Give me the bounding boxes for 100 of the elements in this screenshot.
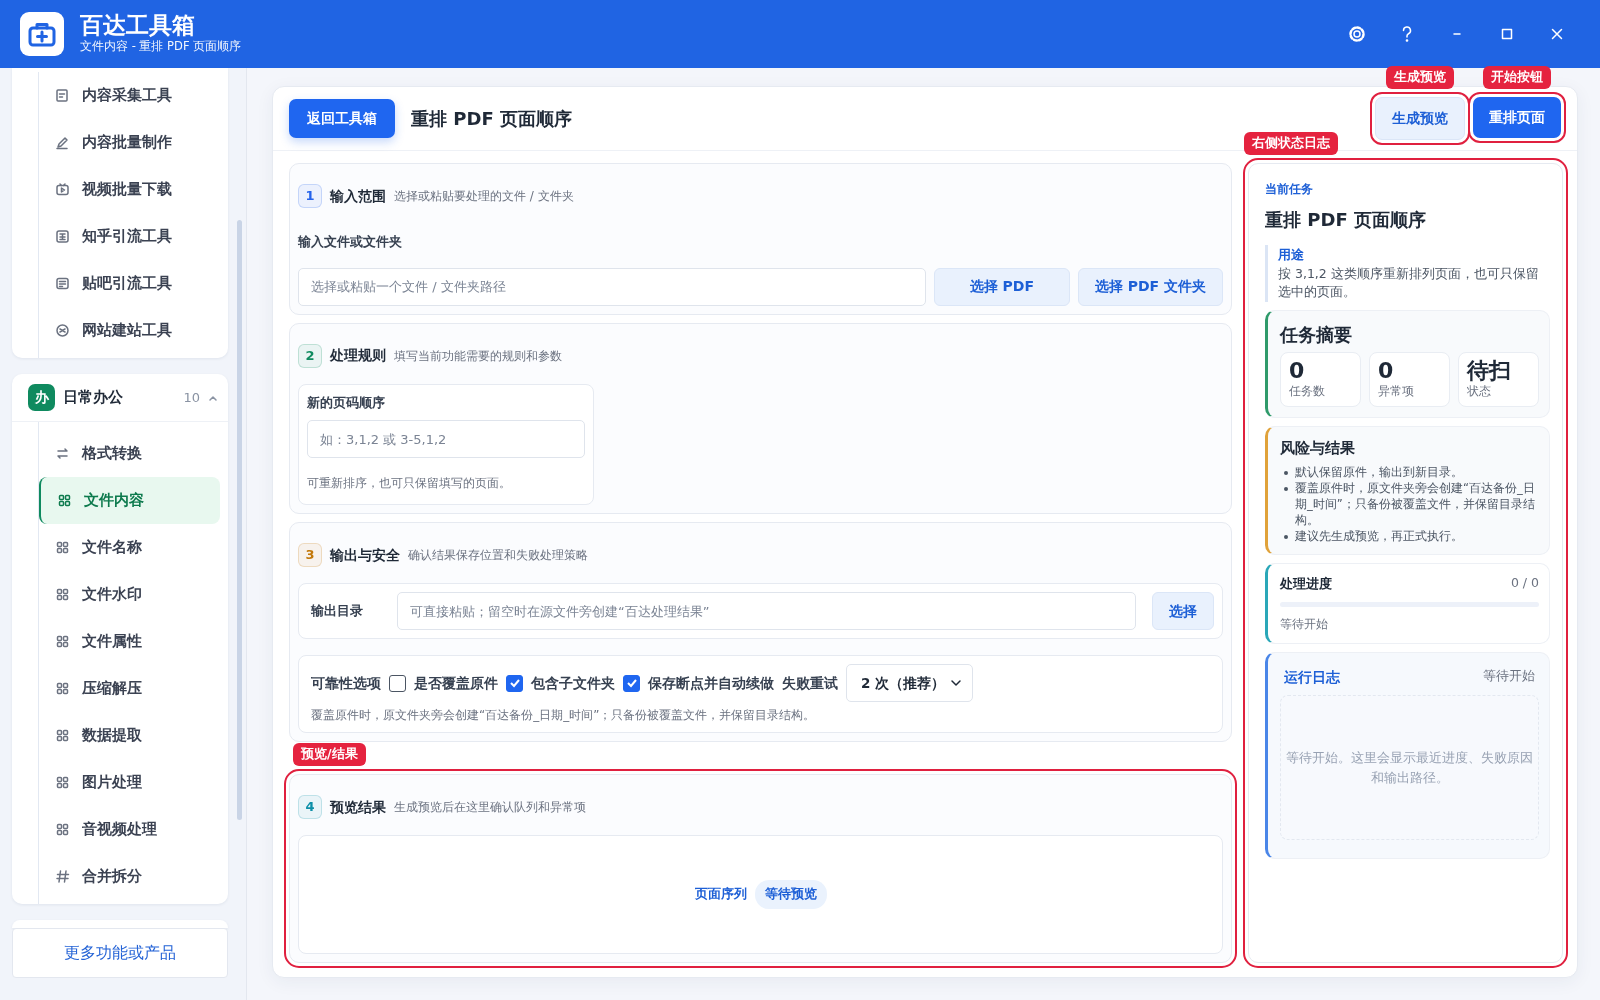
sidebar-item[interactable]: 视频批量下载 bbox=[39, 166, 220, 213]
grid-icon bbox=[55, 634, 70, 649]
group-header[interactable]: 办 日常办公 10 bbox=[12, 374, 228, 422]
sidebar-item[interactable]: 压缩解压 bbox=[39, 665, 220, 712]
risk-item: 覆盖原件时，原文件夹旁会创建“百达备份_日期_时间”；只备份被覆盖文件，并保留目录结构。 bbox=[1295, 480, 1536, 529]
sidebar-item[interactable]: 文件内容 bbox=[39, 477, 220, 524]
select-value: 2 次（推荐） bbox=[861, 673, 946, 693]
select-button[interactable]: 选择 PDF 文件夹 bbox=[1077, 267, 1223, 306]
checkbox-label: 包含子文件夹 bbox=[531, 673, 615, 693]
checkbox[interactable] bbox=[623, 674, 640, 692]
step-number: 3 bbox=[298, 543, 322, 567]
back-button[interactable]: 返回工具箱 bbox=[289, 99, 395, 138]
grid-icon bbox=[55, 822, 70, 837]
sidebar-item[interactable]: 文件属性 bbox=[39, 618, 220, 665]
sidebar-item[interactable]: 合并拆分 bbox=[39, 853, 220, 900]
section-title: 预览结果 bbox=[330, 797, 386, 817]
progress-count: 0 / 0 bbox=[1510, 574, 1539, 593]
sidebar-item[interactable]: 文件水印 bbox=[39, 571, 220, 618]
log-title: 运行日志 bbox=[1284, 667, 1340, 687]
checkbox[interactable] bbox=[506, 674, 523, 692]
sidebar-item[interactable]: 内容采集工具 bbox=[39, 72, 220, 119]
stat-label: 任务数 bbox=[1289, 383, 1326, 401]
field-label: 可靠性选项 bbox=[311, 673, 381, 693]
page-title: 重排 PDF 页面顺序 bbox=[411, 107, 572, 131]
sidebar-item[interactable]: 格式转换 bbox=[39, 430, 220, 477]
progress-title: 处理进度 bbox=[1280, 575, 1332, 594]
log-status: 等待开始 bbox=[1483, 666, 1535, 685]
settings-icon[interactable] bbox=[1347, 24, 1367, 44]
section-hint: 生成预览后在这里确认队列和异常项 bbox=[394, 799, 586, 816]
boxed-glyph-icon bbox=[55, 229, 70, 244]
field-label: 输入文件或文件夹 bbox=[298, 233, 403, 251]
group-badge: 办 bbox=[28, 384, 55, 411]
stat-label: 异常项 bbox=[1378, 383, 1415, 401]
stat-label: 状态 bbox=[1467, 383, 1492, 401]
scrollbar-thumb[interactable] bbox=[237, 220, 242, 820]
summary-title: 任务摘要 bbox=[1280, 323, 1353, 347]
note-icon bbox=[55, 276, 70, 291]
sidebar-item[interactable]: 知乎引流工具 bbox=[39, 213, 220, 260]
sidebar-item[interactable]: 数据提取 bbox=[39, 712, 220, 759]
sidebar-item[interactable]: 贴吧引流工具 bbox=[39, 260, 220, 307]
annotation-tag: 右侧状态日志 bbox=[1244, 132, 1338, 155]
grid-icon bbox=[55, 540, 70, 555]
section-hint: 选择或粘贴要处理的文件 / 文件夹 bbox=[394, 188, 574, 205]
purpose-text: 按 3,1,2 这类顺序重新排列页面，也可只保留选中的页面。 bbox=[1278, 264, 1540, 302]
sidebar-item[interactable]: 网站建站工具 bbox=[39, 307, 220, 354]
annotation-tag: 生成预览 bbox=[1386, 66, 1454, 90]
swap-arrows-icon bbox=[55, 446, 70, 461]
bullet-icon bbox=[1284, 487, 1288, 492]
status-pill: 等待预览 bbox=[754, 880, 827, 909]
help-text: 覆盖原件时，原文件夹旁会创建“百达备份_日期_时间”；只备份被覆盖文件，并保留目录结构。 bbox=[310, 707, 817, 724]
pencil-icon bbox=[55, 135, 70, 150]
grid-icon bbox=[55, 587, 70, 602]
document-icon bbox=[55, 88, 70, 103]
grid-icon bbox=[57, 493, 72, 508]
log-empty-text: 等待开始。这里会显示最近进度、失败原因和输出路径。 bbox=[1285, 749, 1534, 787]
sidebar-item[interactable]: 文件名称 bbox=[39, 524, 220, 571]
section-title: 处理规则 bbox=[330, 346, 386, 366]
select-button[interactable]: 选择 bbox=[1152, 592, 1214, 630]
help-text: 可重新排序，也可只保留填写的页面。 bbox=[307, 475, 512, 492]
video-icon bbox=[55, 182, 70, 197]
grid-icon bbox=[55, 681, 70, 696]
step-number: 1 bbox=[298, 184, 322, 208]
field-label: 新的页码顺序 bbox=[307, 393, 386, 412]
app-subtitle: 文件内容 - 重排 PDF 页面顺序 bbox=[80, 38, 242, 55]
step-number: 2 bbox=[298, 343, 322, 368]
progress-status: 等待开始 bbox=[1280, 615, 1329, 633]
sidebar-item[interactable]: 音视频处理 bbox=[39, 806, 220, 853]
stat-value: 0 bbox=[1289, 359, 1306, 384]
stat-value: 0 bbox=[1378, 359, 1395, 384]
retry-select[interactable]: 2 次（推荐） bbox=[846, 664, 973, 702]
group-count: 10 bbox=[183, 388, 200, 407]
checkbox-label: 是否覆盖原件 bbox=[414, 673, 498, 693]
task-title: 重排 PDF 页面顺序 bbox=[1265, 208, 1427, 232]
section-title: 输入范围 bbox=[330, 186, 386, 206]
select-button[interactable]: 选择 PDF bbox=[933, 267, 1070, 306]
risk-item: 默认保留原件，输出到新目录。 bbox=[1295, 463, 1463, 481]
stat-value: 待扫 bbox=[1467, 359, 1512, 384]
risk-item: 建议先生成预览，再正式执行。 bbox=[1295, 528, 1463, 545]
bullet-icon bbox=[1284, 535, 1288, 540]
path-input[interactable]: 选择或粘贴一个文件 / 文件夹路径 bbox=[298, 267, 926, 306]
chevron-down-icon bbox=[950, 679, 962, 687]
purpose-label: 用途 bbox=[1278, 246, 1305, 264]
sidebar-item[interactable]: 图片处理 bbox=[39, 759, 220, 806]
checkbox[interactable] bbox=[389, 674, 406, 692]
annotation-tag: 开始按钮 bbox=[1483, 66, 1551, 90]
group-title: 日常办公 bbox=[63, 387, 123, 407]
annotation-tag: 预览/结果 bbox=[293, 743, 366, 766]
bullet-icon bbox=[1284, 470, 1288, 475]
grid-icon bbox=[55, 775, 70, 790]
sidebar-item[interactable]: 内容批量制作 bbox=[39, 119, 220, 166]
grid-icon bbox=[55, 728, 70, 743]
output-dir-input[interactable]: 可直接粘贴；留空时在源文件旁创建“百达处理结果” bbox=[397, 592, 1136, 630]
field-label: 输出目录 bbox=[310, 602, 364, 621]
page-order-input[interactable]: 如：3,1,2 或 3-5,1,2 bbox=[307, 420, 585, 458]
field-label: 失败重试 bbox=[782, 673, 838, 693]
risk-title: 风险与结果 bbox=[1280, 438, 1356, 460]
check-icon bbox=[625, 677, 638, 689]
preview-label: 页面序列 bbox=[694, 885, 747, 904]
hash-icon bbox=[55, 869, 70, 884]
more-products-button[interactable]: 更多功能或产品 bbox=[12, 928, 228, 978]
